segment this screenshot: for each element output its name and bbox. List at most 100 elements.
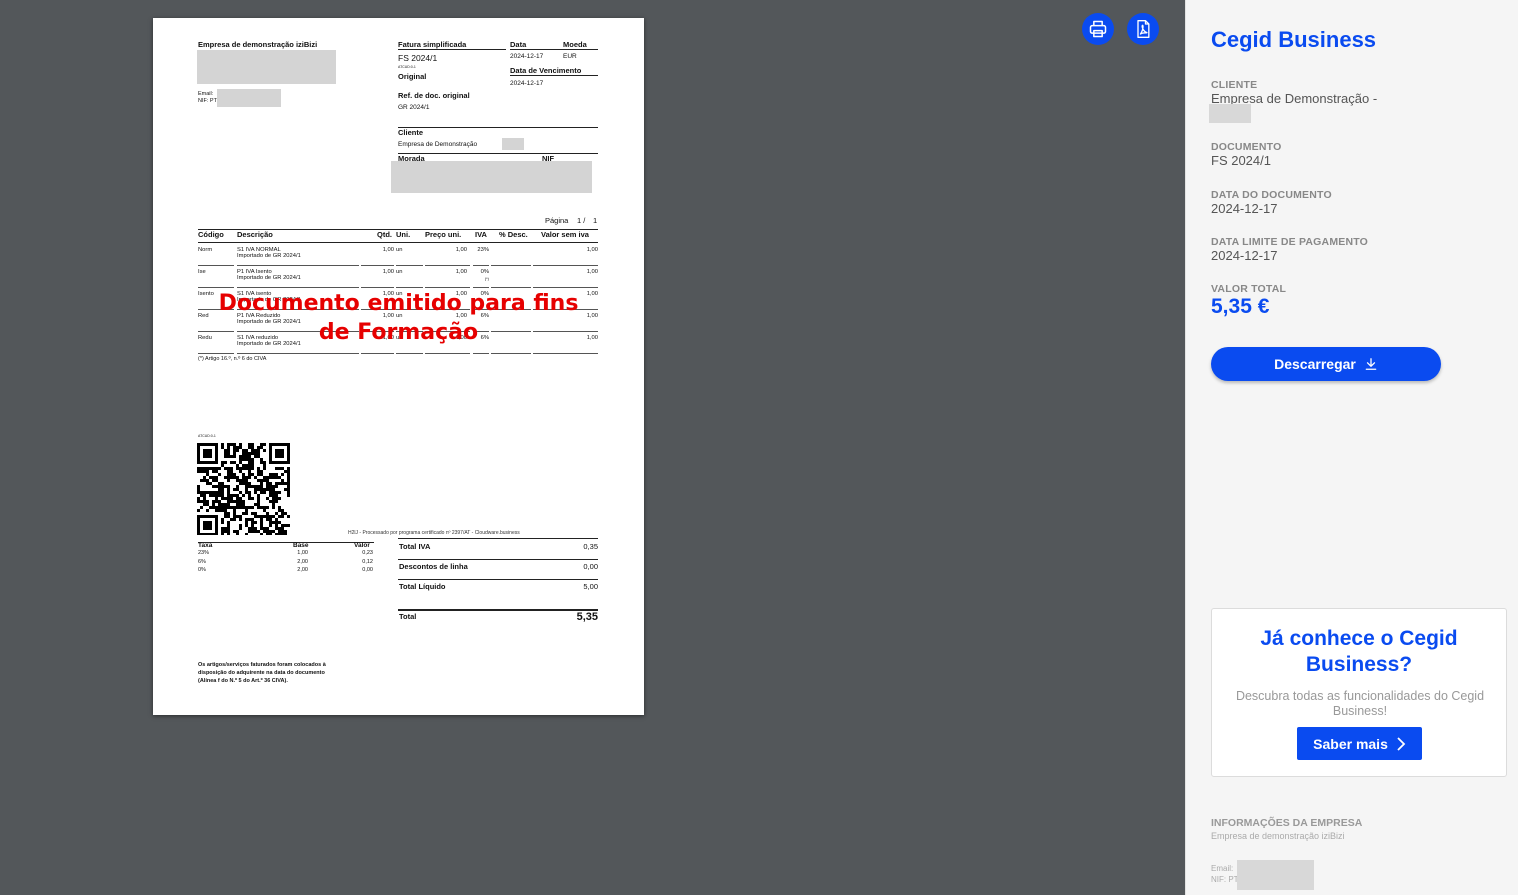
qr-atcud: ATCUD:0-1 — [198, 434, 216, 438]
cell-vat: 23% — [477, 247, 489, 253]
page-total: 1 — [593, 216, 598, 225]
cell-origin: Importado de GR 2024/1 — [237, 319, 301, 325]
tax-cell-value: 0,12 — [362, 558, 373, 565]
tax-cell-rate: 23% — [198, 550, 210, 556]
redacted-block — [502, 138, 524, 150]
pdf-file-icon — [1137, 20, 1150, 38]
processed-by: H2lJ - Processado por programa certifica… — [348, 530, 520, 536]
cell-code: Red — [198, 313, 209, 319]
document-viewer: Empresa de demonstração iziBizi Email: N… — [0, 0, 1185, 895]
cell-price: 1,00 — [455, 269, 467, 275]
cell-value: 1,00 — [586, 247, 598, 253]
cell-price: 1,00 — [455, 335, 467, 341]
sidebar: Cegid Business CLIENTE Empresa de Demons… — [1185, 0, 1518, 895]
grand-total-label: Total — [399, 612, 417, 621]
tax-cell-value: 0,00 — [362, 567, 373, 573]
total-value: 5,35 € — [1211, 295, 1270, 318]
legal-note: Os artigos/serviços faturados foram colo… — [198, 661, 326, 685]
cell-code: Norm — [198, 247, 213, 253]
printer-icon — [1089, 20, 1107, 38]
promo-title: Já conhece o Cegid Business? — [1260, 627, 1458, 676]
tax-cell-base: 2,00 — [297, 558, 308, 565]
client-value: Empresa de Demonstração — [398, 141, 478, 148]
cell-origin: Importado de GR 2024/1 — [237, 297, 301, 303]
total-iva-value: 0,35 — [583, 542, 598, 551]
download-icon — [1365, 358, 1377, 370]
document-date-value: 2024-12-17 — [1211, 201, 1278, 216]
due-date-value: 2024-12-17 — [1211, 248, 1278, 263]
download-button[interactable]: Descarregar — [1211, 347, 1441, 381]
cell-value: 1,00 — [586, 291, 598, 297]
currency-label: Moeda — [563, 40, 587, 49]
col-description: Descrição — [237, 230, 273, 239]
cell-price: 1,00 — [455, 291, 467, 297]
due-date-label: DATA LIMITE DE PAGAMENTO — [1211, 236, 1369, 248]
cell-origin: Importado de GR 2024/1 — [237, 341, 301, 347]
tax-cell-value: 0,23 — [362, 550, 373, 556]
page-value: 1 / — [577, 216, 586, 225]
tax-cell-rate: 6% — [198, 558, 206, 565]
cell-price: 1,00 — [455, 313, 467, 319]
total-iva-label: Total IVA — [399, 542, 431, 551]
company-info-name: Empresa de demonstração iziBizi — [1211, 831, 1345, 841]
document-date-label: DATA DO DOCUMENTO — [1211, 189, 1332, 201]
net-total-label: Total Líquido — [399, 582, 446, 591]
redacted-block — [1237, 860, 1314, 890]
cell-vat: 6% — [480, 313, 489, 319]
cell-value: 1,00 — [586, 335, 598, 341]
cell-unit: un — [396, 313, 403, 319]
redacted-block — [1209, 104, 1251, 123]
cell-vat: 0% — [480, 291, 489, 297]
nif-label: NIF: PT — [198, 98, 217, 104]
learn-more-label: Saber mais — [1313, 735, 1388, 752]
legal-line-2: disposição do adquirente na data do docu… — [198, 670, 325, 676]
col-code: Código — [198, 230, 224, 239]
tax-header-rate: Taxa — [198, 542, 213, 549]
cell-value: 1,00 — [586, 269, 598, 275]
col-value: Valor sem iva — [541, 230, 589, 239]
qr-code — [197, 443, 290, 535]
client-label: Cliente — [398, 128, 424, 137]
cell-unit: un — [396, 247, 403, 253]
footnote: (*) Artigo 16.º, n.º 6 do CIVA — [198, 356, 267, 362]
doc-type-label: Fatura simplificada — [398, 40, 467, 49]
cell-origin: Importado de GR 2024/1 — [237, 275, 301, 281]
company-name: Empresa de demonstração iziBizi — [198, 40, 318, 49]
cell-qty: 1,00 — [382, 269, 394, 275]
promo-text: Descubra todas as funcionalidades do Ceg… — [1235, 689, 1485, 718]
cell-code: Redu — [198, 335, 212, 341]
doc-copy: Original — [398, 72, 427, 81]
discounts-value: 0,00 — [583, 562, 598, 571]
cell-vat-note: (*) — [484, 276, 489, 281]
grand-total-value: 5,35 — [576, 611, 598, 623]
ref-label: Ref. de doc. original — [398, 91, 470, 100]
email-label: Email: — [198, 91, 214, 97]
learn-more-button[interactable]: Saber mais — [1297, 727, 1422, 760]
print-button[interactable] — [1082, 13, 1114, 45]
cell-code: Ise — [198, 269, 206, 275]
watermark-line-2: de Formação — [318, 320, 479, 345]
invoice-page: Empresa de demonstração iziBizi Email: N… — [153, 18, 644, 715]
cell-value: 1,00 — [586, 313, 598, 319]
cell-qty: 1,00 — [382, 247, 394, 253]
col-qty: Qtd. — [377, 230, 392, 239]
page-label: Página — [545, 216, 569, 225]
document-label: DOCUMENTO — [1211, 141, 1282, 153]
cell-qty: 1,00 — [382, 313, 394, 319]
redacted-block — [391, 161, 592, 193]
col-discount: % Desc. — [499, 230, 528, 239]
redacted-block — [217, 89, 281, 107]
client-label: CLIENTE — [1211, 79, 1258, 91]
company-nif-label: NIF: PT — [1211, 875, 1239, 884]
cell-unit: un — [396, 269, 403, 275]
net-total-value: 5,00 — [583, 582, 598, 591]
download-label: Descarregar — [1274, 356, 1356, 372]
cell-unit: un — [396, 335, 403, 341]
legal-line-3: (Alínea f do N.º 5 do Art.º 36 CIVA). — [198, 678, 288, 684]
tax-cell-base: 1,00 — [297, 550, 308, 556]
doc-number: FS 2024/1 — [398, 53, 438, 63]
col-unit: Uni. — [396, 230, 411, 239]
col-vat: IVA — [475, 230, 487, 239]
cell-qty: 1,00 — [382, 335, 394, 341]
pdf-download-button[interactable] — [1127, 13, 1159, 45]
